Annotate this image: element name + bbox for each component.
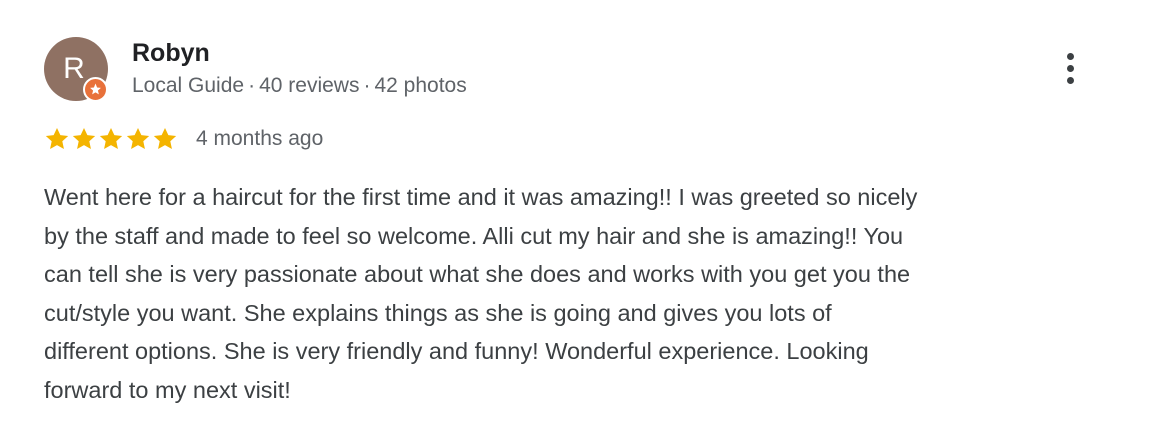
- star-icon: [99, 127, 123, 149]
- review-text-line: can tell she is very passionate about wh…: [44, 261, 911, 287]
- star-icon: [153, 127, 177, 149]
- reviewer-photo-count: 42 photos: [374, 74, 467, 97]
- review-text: Went here for a haircut for the first ti…: [44, 178, 1124, 409]
- review-time: 4 months ago: [196, 127, 324, 150]
- review-card: R Robyn Local Guide · 40 reviews · 42 photos…: [0, 0, 1160, 444]
- more-vertical-icon-dot: [1066, 64, 1074, 72]
- review-text-line: Went here for a haircut for the first ti…: [44, 184, 918, 210]
- star-rating: [44, 126, 178, 152]
- reviewer-level: Local Guide: [132, 74, 245, 97]
- review-text-line: forward to my next visit!: [44, 376, 291, 403]
- more-vertical-icon-dot: [1066, 76, 1074, 84]
- star-icon: [72, 127, 96, 149]
- local-guide-star-icon: [90, 83, 101, 95]
- reviewer-meta: Local Guide · 40 reviews · 42 photos: [132, 72, 467, 100]
- review-text-line: cut/style you want. She explains things …: [44, 299, 832, 326]
- meta-separator: ·: [363, 74, 371, 97]
- star-icon: [126, 127, 150, 149]
- more-options-button[interactable]: [1052, 48, 1088, 88]
- reviewer-review-count: 40 reviews: [259, 74, 360, 97]
- meta-separator: ·: [248, 74, 256, 97]
- review-text-line: by the staff and made to feel so welcome…: [44, 222, 904, 249]
- star-icon: [45, 127, 69, 149]
- more-vertical-icon-dot: [1066, 52, 1074, 60]
- local-guide-badge-icon: [83, 77, 108, 102]
- review-text-line: different options. She is very friendly …: [44, 338, 869, 364]
- reviewer-name[interactable]: Robyn: [132, 38, 210, 68]
